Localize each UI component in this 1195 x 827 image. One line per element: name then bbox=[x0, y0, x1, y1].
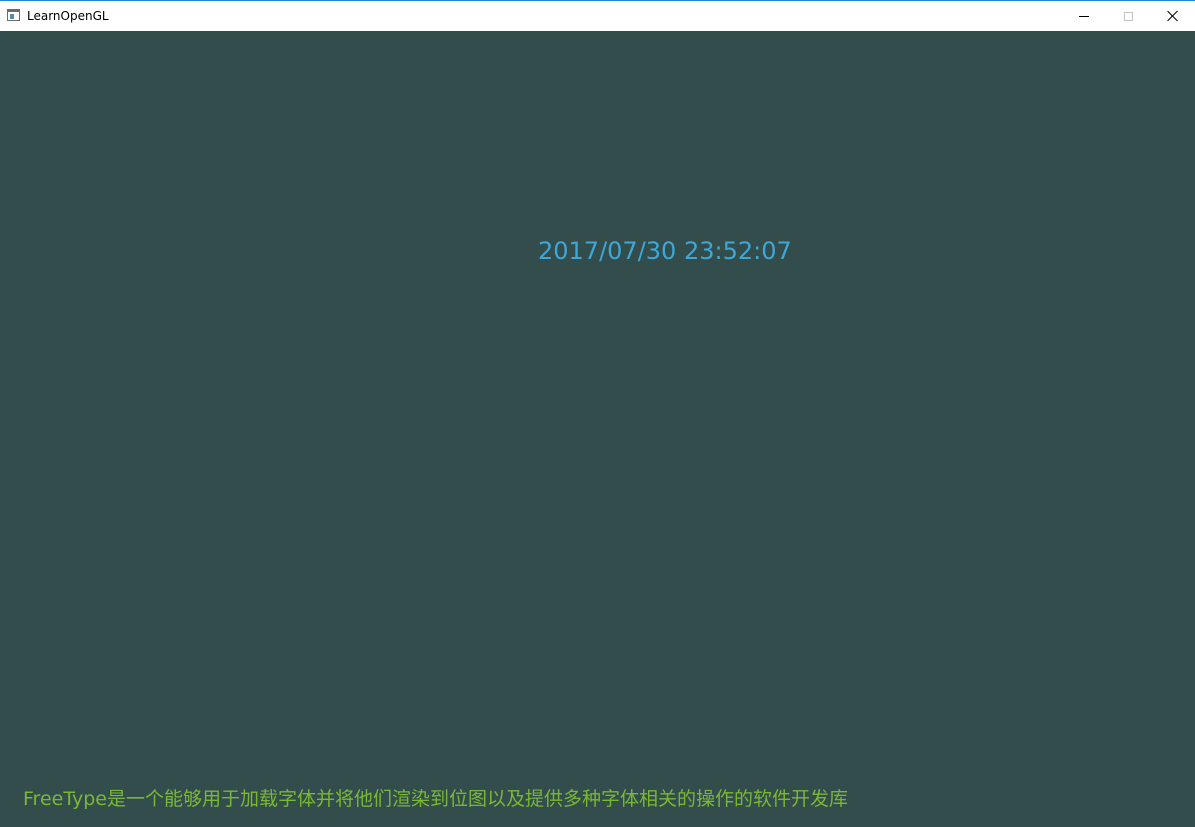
minimize-button[interactable] bbox=[1061, 1, 1106, 31]
close-button[interactable] bbox=[1151, 1, 1195, 31]
maximize-icon bbox=[1124, 11, 1133, 21]
maximize-button[interactable] bbox=[1106, 1, 1151, 31]
window-title: LearnOpenGL bbox=[27, 9, 109, 23]
minimize-icon bbox=[1078, 15, 1089, 17]
opengl-render-canvas[interactable]: 2017/07/30 23:52:07 FreeType是一个能够用于加载字体并… bbox=[0, 31, 1195, 827]
freetype-caption-text: FreeType是一个能够用于加载字体并将他们渲染到位图以及提供多种字体相关的操… bbox=[23, 788, 848, 810]
title-bar[interactable]: LearnOpenGL bbox=[0, 1, 1195, 31]
datetime-text: 2017/07/30 23:52:07 bbox=[538, 237, 792, 265]
app-window: LearnOpenGL 2017/07/30 23:52:07 FreeType… bbox=[0, 0, 1195, 827]
close-icon bbox=[1167, 10, 1179, 22]
window-app-icon[interactable] bbox=[7, 9, 20, 21]
